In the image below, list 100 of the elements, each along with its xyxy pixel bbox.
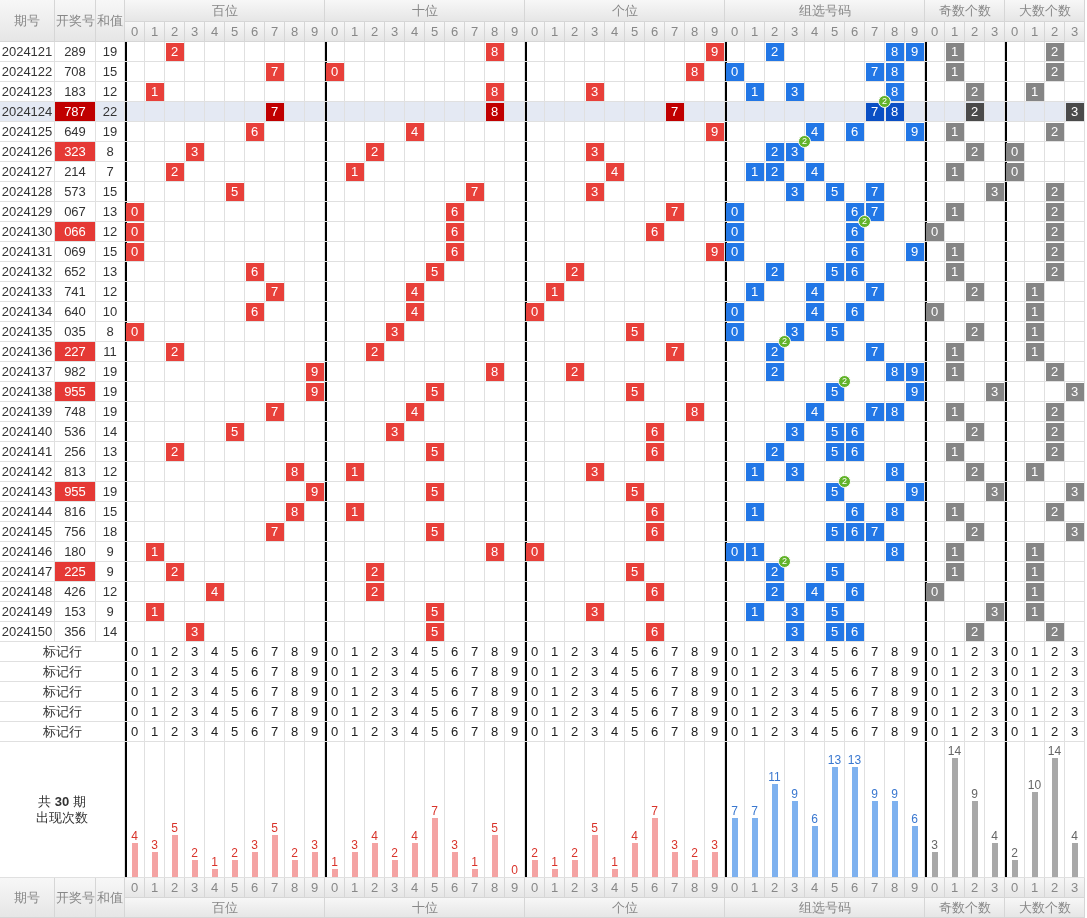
mark-digit: 5 — [225, 682, 245, 702]
mark-digit: 0 — [1005, 702, 1025, 722]
mark-digit: 3 — [985, 642, 1005, 662]
count-marker: 2 — [965, 462, 984, 481]
mark-digit: 2 — [365, 702, 385, 722]
mark-digit: 9 — [305, 722, 325, 742]
group-digit: 8 — [885, 42, 904, 61]
mark-digit: 1 — [345, 682, 365, 702]
count-marker: 2 — [1045, 242, 1064, 261]
hit-digit: 3 — [585, 182, 604, 201]
hit-digit: 7 — [465, 182, 484, 201]
mark-digit: 3 — [185, 662, 205, 682]
mark-digit: 6 — [645, 682, 665, 702]
mark-digit: 9 — [505, 662, 525, 682]
hit-digit: 8 — [685, 62, 704, 81]
count-label: 4 — [411, 829, 418, 843]
mark-digit: 0 — [125, 722, 145, 742]
hit-digit: 3 — [585, 602, 604, 621]
count-marker: 1 — [945, 542, 964, 561]
mark-digit: 3 — [385, 702, 405, 722]
count-marker: 1 — [945, 342, 964, 361]
mark-digit: 5 — [225, 662, 245, 682]
mark-digit: 3 — [585, 702, 605, 722]
digit-header: 2 — [365, 22, 385, 42]
mark-digit: 4 — [205, 722, 225, 742]
digit-header: 3 — [985, 878, 1005, 898]
count-label: 3 — [151, 837, 158, 852]
group-digit: 3 — [785, 182, 804, 201]
mark-digit: 4 — [205, 702, 225, 722]
group-digit: 9 — [905, 42, 924, 61]
mark-digit: 4 — [405, 722, 425, 742]
mark-digit: 8 — [685, 662, 705, 682]
digit-header: 8 — [285, 22, 305, 42]
hit-digit: 3 — [385, 422, 404, 441]
mark-digit: 1 — [345, 722, 365, 742]
digit-header: 7 — [465, 22, 485, 42]
digit-header: 7 — [665, 878, 685, 898]
digit-header: 3 — [585, 22, 605, 42]
mark-digit: 4 — [605, 642, 625, 662]
hit-digit: 8 — [285, 502, 304, 521]
hit-digit: 5 — [625, 382, 644, 401]
mark-digit: 9 — [305, 662, 325, 682]
digit-header: 1 — [1025, 878, 1045, 898]
group-digit: 5 — [825, 602, 844, 621]
digit-header: 3 — [785, 22, 805, 42]
mark-digit: 8 — [685, 722, 705, 742]
mark-digit: 5 — [625, 662, 645, 682]
count-marker: 2 — [1045, 122, 1064, 141]
group-digit: 1 — [745, 602, 764, 621]
column-header: 期号 — [0, 878, 55, 918]
hit-digit: 7 — [265, 522, 284, 541]
mark-digit: 0 — [725, 702, 745, 722]
mark-digit: 3 — [1065, 702, 1085, 722]
mark-digit: 9 — [505, 682, 525, 702]
draw-number: 955 — [55, 382, 96, 402]
mark-row-label: 标记行 — [0, 642, 125, 662]
hit-digit: 3 — [185, 142, 204, 161]
count-marker: 1 — [1025, 562, 1044, 581]
mark-digit: 3 — [585, 642, 605, 662]
digit-header: 5 — [825, 878, 845, 898]
count-label: 2 — [1011, 846, 1018, 860]
group-header: 个位 — [525, 898, 725, 918]
group-digit: 7 — [865, 522, 884, 541]
mark-digit: 2 — [1045, 722, 1065, 742]
digit-header: 7 — [265, 878, 285, 898]
mark-digit: 7 — [865, 642, 885, 662]
mark-digit: 0 — [725, 662, 745, 682]
count-marker: 1 — [1025, 282, 1044, 301]
digit-header: 5 — [425, 22, 445, 42]
mark-digit: 8 — [885, 662, 905, 682]
hit-digit: 6 — [445, 242, 464, 261]
mark-digit: 1 — [945, 642, 965, 662]
mark-digit: 4 — [205, 662, 225, 682]
hit-digit: 0 — [125, 202, 144, 221]
count-marker: 3 — [1065, 102, 1084, 121]
mark-digit: 7 — [665, 722, 685, 742]
count-marker: 1 — [945, 262, 964, 281]
hit-digit: 1 — [545, 282, 564, 301]
count-marker: 1 — [945, 502, 964, 521]
mark-digit: 3 — [785, 662, 805, 682]
hit-digit: 5 — [225, 422, 244, 441]
mark-digit: 6 — [245, 682, 265, 702]
mark-digit: 1 — [1025, 682, 1045, 702]
mark-digit: 9 — [905, 662, 925, 682]
mark-digit: 3 — [785, 722, 805, 742]
mark-digit: 0 — [725, 722, 745, 742]
digit-header: 1 — [545, 22, 565, 42]
mark-digit: 3 — [785, 702, 805, 722]
digit-header: 8 — [485, 22, 505, 42]
count-marker: 2 — [965, 82, 984, 101]
draw-number: 066 — [55, 222, 96, 242]
count-marker: 1 — [1025, 602, 1044, 621]
hit-digit: 0 — [125, 242, 144, 261]
group-digit: 8 — [885, 362, 904, 381]
count-marker: 2 — [1045, 502, 1064, 521]
group-digit: 6 — [845, 522, 864, 541]
count-marker: 1 — [945, 562, 964, 581]
group-digit: 2 — [765, 142, 784, 161]
count-marker: 3 — [985, 602, 1004, 621]
group-digit: 2 — [765, 582, 784, 601]
